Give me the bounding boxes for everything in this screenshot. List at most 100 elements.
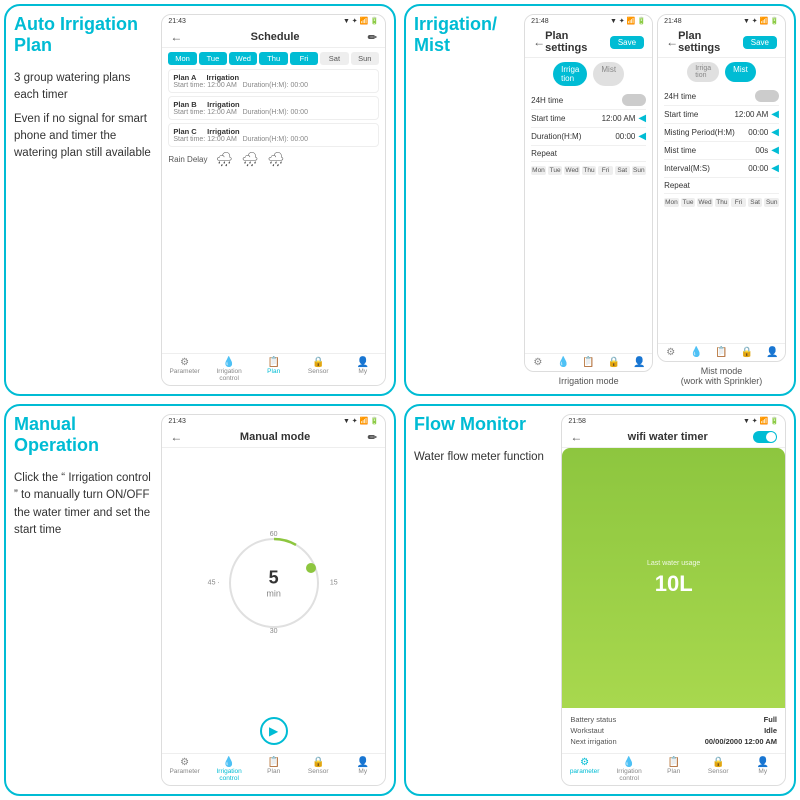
nav-param-m[interactable]: ⚙ Parameter (162, 754, 207, 785)
nav-sen-f[interactable]: 🔒 Sensor (696, 754, 741, 785)
repeat-weekdays: Mon Tue Wed Thu Fri Sat Sun (531, 166, 646, 175)
wd-sat[interactable]: Sat (615, 166, 630, 175)
irrigation-mist-title: Irrigation/ Mist (414, 14, 518, 56)
plan-a[interactable]: Plan A Irrigation Start time: 12:00 AM D… (168, 69, 379, 93)
wd2-wed[interactable]: Wed (697, 198, 712, 207)
save-button-2[interactable]: Save (743, 36, 777, 49)
tick-60: 60 (270, 531, 278, 538)
nav-sen-2[interactable]: 🔒 (734, 344, 759, 361)
nav-me-m[interactable]: 👤 My (340, 754, 385, 785)
manual-operation-phone: 21:43 ▼ ✦ 📶 🔋 ← Manual mode ✏ (161, 414, 386, 786)
nav-param[interactable]: ⚙ (525, 354, 550, 371)
nav-me-2[interactable]: 👤 (760, 344, 785, 361)
misting-period-row[interactable]: Misting Period(H:M) 00:00 ◀ (664, 124, 779, 142)
nav-irr-m[interactable]: 💧 Irrigation control (207, 754, 252, 785)
weekday-sun[interactable]: Sun (351, 52, 379, 65)
tick-15: 15 (330, 579, 338, 586)
nav-irrigation[interactable]: 💧 Irrigation control (207, 354, 252, 385)
mist-mode-btn[interactable]: Mist (593, 62, 624, 86)
edit-icon-manual[interactable]: ✏ (368, 431, 377, 444)
irrigation-mist-quadrant: Irrigation/ Mist 21:48 ▼ ✦ 📶 🔋 ← Plan se… (404, 4, 796, 396)
workstaut-row: Workstaut Idle (570, 725, 777, 736)
back-icon-flow[interactable]: ← (570, 430, 582, 444)
status-bar-flow: 21:58 ▼ ✦ 📶 🔋 (562, 415, 785, 427)
rain-delay-row: Rain Delay 🌧 🌧 🌧 (168, 151, 379, 168)
start-time-row-2[interactable]: Start time 12:00 AM ◀ (664, 106, 779, 124)
irrigation-mode-btn-2[interactable]: Irrigation (687, 62, 719, 82)
wd2-mon[interactable]: Mon (664, 198, 679, 207)
back-icon[interactable]: ← (170, 30, 182, 44)
wd-thu[interactable]: Thu (582, 166, 597, 175)
param-icon: ⚙ (533, 357, 542, 368)
pl-icon-f: 📋 (667, 757, 679, 768)
nav-irr-2[interactable]: 💧 (683, 344, 708, 361)
plan-b[interactable]: Plan B Irrigation Start time: 12:00 AM D… (168, 96, 379, 120)
flow-monitor-quadrant: Flow Monitor Water flow meter function 2… (404, 404, 796, 796)
wd2-sun[interactable]: Sun (764, 198, 779, 207)
nav-me[interactable]: 👤 (627, 354, 652, 371)
nav-my[interactable]: 👤 My (340, 354, 385, 385)
phone-header: ← Schedule ✏ (162, 27, 385, 48)
mist-mode-wrap: 21:48 ▼ ✦ 📶 🔋 ← Plan settings Save Irrig… (657, 14, 786, 386)
pl-icon: 📋 (582, 357, 594, 368)
auto-irrigation-title: Auto Irrigation Plan (14, 14, 155, 56)
plan-c[interactable]: Plan C Irrigation Start time: 12:00 AM D… (168, 123, 379, 147)
wd-tue[interactable]: Tue (548, 166, 563, 175)
duration-row[interactable]: Duration(H:M) 00:00 ◀ (531, 128, 646, 146)
weekday-wed[interactable]: Wed (229, 52, 257, 65)
weekday-thu[interactable]: Thu (259, 52, 287, 65)
nav-pl-2[interactable]: 📋 (709, 344, 734, 361)
param-icon-f: ⚙ (580, 757, 589, 768)
status-bar-manual: 21:43 ▼ ✦ 📶 🔋 (162, 415, 385, 427)
play-button[interactable]: ▶ (260, 717, 288, 745)
irrigation-mist-text: Irrigation/ Mist (414, 14, 518, 386)
wd-sun[interactable]: Sun (632, 166, 647, 175)
mist-time-row[interactable]: Mist time 00s ◀ (664, 142, 779, 160)
save-button-1[interactable]: Save (610, 36, 644, 49)
nav-me-f[interactable]: 👤 My (740, 754, 785, 785)
start-time-row[interactable]: Start time 12:00 AM ◀ (531, 110, 646, 128)
back-icon-manual[interactable]: ← (170, 430, 182, 444)
24h-toggle[interactable] (622, 94, 646, 106)
mist-mode-btn-2[interactable]: Mist (725, 62, 756, 82)
param-icon-m: ⚙ (180, 757, 189, 768)
nav-sen-m[interactable]: 🔒 Sensor (296, 754, 341, 785)
wd2-thu[interactable]: Thu (715, 198, 730, 207)
nav-sen[interactable]: 🔒 (601, 354, 626, 371)
nav-irr-f[interactable]: 💧 Irrigation control (607, 754, 652, 785)
wd2-fri[interactable]: Fri (731, 198, 746, 207)
edit-icon[interactable]: ✏ (368, 31, 377, 44)
me-icon-2: 👤 (766, 347, 778, 358)
weekday-fri[interactable]: Fri (290, 52, 318, 65)
weekday-mon[interactable]: Mon (168, 52, 196, 65)
nav-pl-f[interactable]: 📋 Plan (651, 754, 696, 785)
wd2-tue[interactable]: Tue (681, 198, 696, 207)
nav-pl-m[interactable]: 📋 Plan (251, 754, 296, 785)
rain-icon2: 🌧 (241, 151, 259, 168)
nav-plan[interactable]: 📋 Plan (251, 354, 296, 385)
weekday-sat[interactable]: Sat (320, 52, 348, 65)
power-toggle[interactable] (753, 431, 777, 443)
wd-wed[interactable]: Wed (564, 166, 579, 175)
24h-time-row: 24H time (531, 91, 646, 110)
back-icon-2[interactable]: ← (666, 35, 678, 49)
nav-parameter[interactable]: ⚙ Parameter (162, 354, 207, 385)
plan-settings-body-2: Irrigation Mist 24H time Start time 12:0… (658, 58, 785, 343)
nav-irr[interactable]: 💧 (551, 354, 576, 371)
tick-45: 45 · (208, 579, 220, 586)
nav-param-2[interactable]: ⚙ (658, 344, 683, 361)
wd2-sat[interactable]: Sat (748, 198, 763, 207)
nav-param-f[interactable]: ⚙ parameter (562, 754, 607, 785)
nav-pl[interactable]: 📋 (576, 354, 601, 371)
flow-monitor-title: Flow Monitor (414, 414, 555, 435)
interval-row[interactable]: Interval(M:S) 00:00 ◀ (664, 160, 779, 178)
24h-toggle-2[interactable] (755, 90, 779, 102)
timer-circle-wrapper: 5 min 60 15 30 45 · (224, 533, 324, 633)
wd-mon[interactable]: Mon (531, 166, 546, 175)
weekday-tue[interactable]: Tue (199, 52, 227, 65)
pl-icon-2: 📋 (715, 347, 727, 358)
back-icon-1[interactable]: ← (533, 35, 545, 49)
wd-fri[interactable]: Fri (598, 166, 613, 175)
irrigation-mode-btn[interactable]: Irrigation (553, 62, 587, 86)
nav-sensor[interactable]: 🔒 Sensor (296, 354, 341, 385)
